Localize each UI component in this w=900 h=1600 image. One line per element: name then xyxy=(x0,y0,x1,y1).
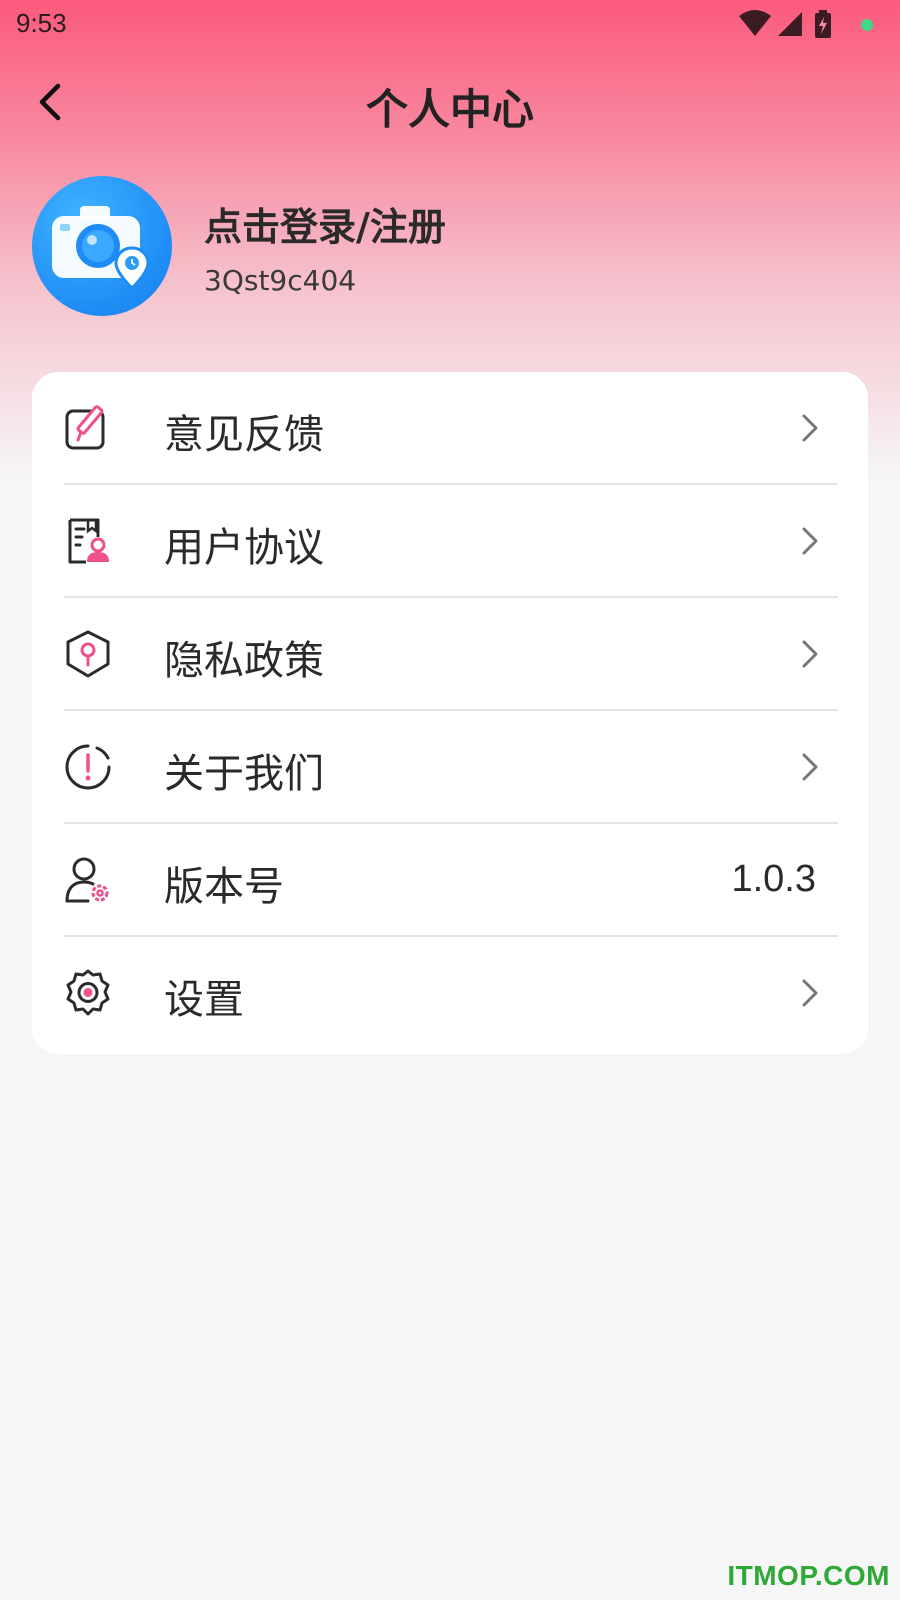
menu-item-feedback[interactable]: 意见反馈 xyxy=(64,372,838,485)
watermark: ITMOP.COM xyxy=(727,1560,890,1591)
menu-item-label: 意见反馈 xyxy=(164,412,324,458)
menu-item-label: 设置 xyxy=(164,977,244,1023)
status-time: 9:53 xyxy=(16,8,67,38)
menu-item-settings[interactable]: 设置 xyxy=(64,937,838,1050)
battery-charging-icon xyxy=(815,10,831,38)
menu-card: 意见反馈 用户协议 隐私政策 关于我们 版本号 1.0.3 设置 xyxy=(32,372,868,1054)
menu-item-label: 用户协议 xyxy=(164,525,324,571)
edit-feedback-icon xyxy=(65,405,105,450)
user-agreement-icon xyxy=(68,518,109,564)
menu-item-label: 隐私政策 xyxy=(164,638,324,684)
page-title: 个人中心 xyxy=(365,85,534,134)
avatar[interactable] xyxy=(32,176,172,316)
status-bar: 9:53 xyxy=(0,0,900,48)
chevron-right-icon xyxy=(802,979,818,1007)
privacy-shield-icon xyxy=(66,630,110,678)
notification-dot-icon xyxy=(861,19,873,31)
version-value: 1.0.3 xyxy=(731,858,816,900)
chevron-right-icon xyxy=(802,414,818,442)
wifi-icon xyxy=(739,10,771,36)
login-register-link[interactable]: 点击登录/注册 xyxy=(204,196,446,251)
info-exclamation-icon xyxy=(65,744,111,790)
menu-item-label: 版本号 xyxy=(164,864,284,910)
chevron-right-icon xyxy=(802,527,818,555)
menu-item-label: 关于我们 xyxy=(164,751,324,797)
user-settings-icon xyxy=(65,857,109,903)
menu-item-privacy-policy[interactable]: 隐私政策 xyxy=(64,598,838,711)
camera-location-icon xyxy=(52,206,150,291)
chevron-right-icon xyxy=(802,753,818,781)
chevron-right-icon xyxy=(802,640,818,668)
menu-item-user-agreement[interactable]: 用户协议 xyxy=(64,485,838,598)
user-id: 3Qst9c404 xyxy=(204,264,357,297)
cellular-signal-icon xyxy=(778,12,802,36)
menu-item-version: 版本号 1.0.3 xyxy=(64,824,838,937)
menu-item-about-us[interactable]: 关于我们 xyxy=(64,711,838,824)
gear-icon xyxy=(66,969,110,1016)
